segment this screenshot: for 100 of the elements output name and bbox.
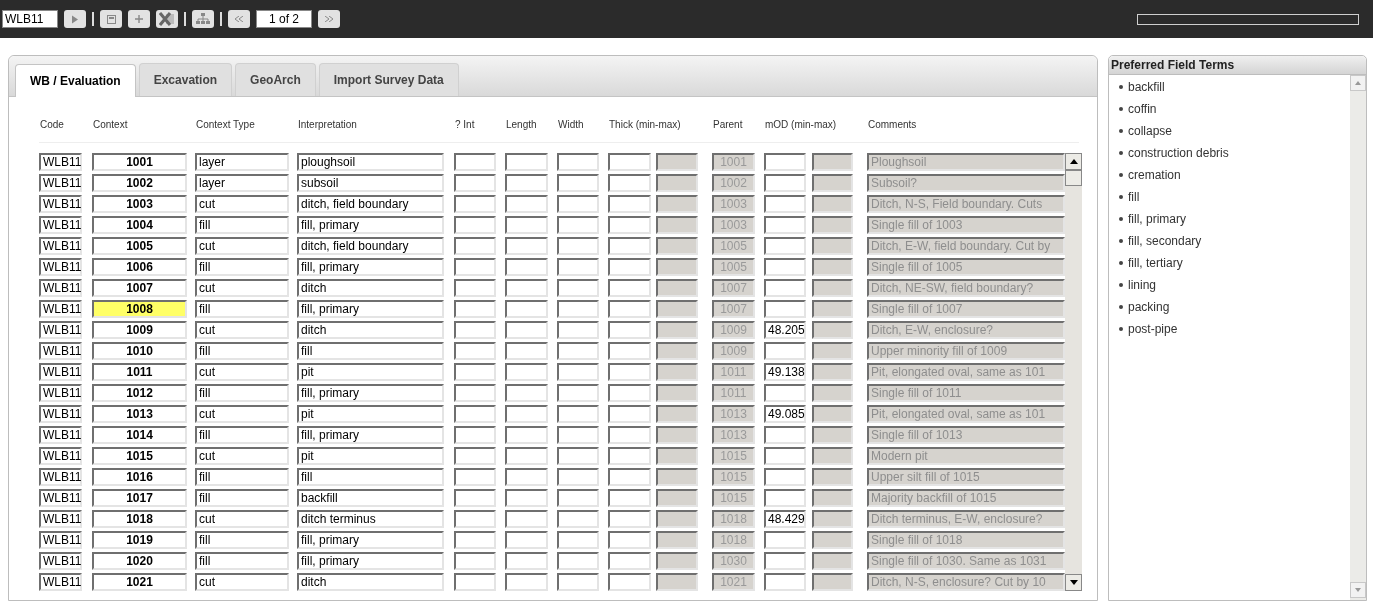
input-field[interactable]	[656, 510, 698, 528]
mod-field[interactable]	[764, 279, 806, 297]
input-field[interactable]	[505, 216, 548, 234]
context-type-field[interactable]: fill	[195, 489, 289, 507]
input-field[interactable]	[505, 510, 548, 528]
context-type-field[interactable]: layer	[195, 174, 289, 192]
code-field[interactable]: WLB11	[39, 321, 82, 339]
input-field[interactable]	[656, 384, 698, 402]
context-type-field[interactable]: cut	[195, 510, 289, 528]
mod-field[interactable]	[764, 258, 806, 276]
context-field[interactable]: 1002	[92, 174, 187, 192]
context-type-field[interactable]: layer	[195, 153, 289, 171]
tab[interactable]: Excavation	[138, 63, 233, 96]
code-field[interactable]: WLB11	[39, 342, 82, 360]
input-field[interactable]	[557, 468, 599, 486]
context-type-field[interactable]: cut	[195, 447, 289, 465]
input-field[interactable]	[505, 552, 548, 570]
context-field[interactable]: 1013	[92, 405, 187, 423]
mod-field[interactable]: 48.205	[764, 321, 806, 339]
input-field[interactable]	[656, 552, 698, 570]
context-type-field[interactable]: cut	[195, 237, 289, 255]
input-field[interactable]	[812, 279, 853, 297]
code-field[interactable]: WLB11	[39, 363, 82, 381]
tab[interactable]: Import Survey Data	[318, 63, 459, 96]
interpretation-field[interactable]: ploughsoil	[297, 153, 444, 171]
input-field[interactable]	[557, 195, 599, 213]
interpretation-field[interactable]: ditch, field boundary	[297, 237, 444, 255]
input-field[interactable]	[812, 447, 853, 465]
input-field[interactable]	[812, 237, 853, 255]
input-field[interactable]	[812, 216, 853, 234]
mod-field[interactable]	[764, 153, 806, 171]
mod-field[interactable]	[764, 384, 806, 402]
context-field[interactable]: 1009	[92, 321, 187, 339]
context-field[interactable]: 1015	[92, 447, 187, 465]
interpretation-field[interactable]: fill	[297, 468, 444, 486]
input-field[interactable]	[812, 321, 853, 339]
context-field[interactable]: 1019	[92, 531, 187, 549]
context-field[interactable]: 1020	[92, 552, 187, 570]
input-field[interactable]	[656, 489, 698, 507]
input-field[interactable]	[812, 384, 853, 402]
spreadsheet-x-icon[interactable]	[156, 10, 178, 28]
input-field[interactable]	[454, 195, 496, 213]
mod-field[interactable]	[764, 216, 806, 234]
interpretation-field[interactable]: fill, primary	[297, 531, 444, 549]
interpretation-field[interactable]: fill, primary	[297, 552, 444, 570]
term-item[interactable]: fill, tertiary	[1128, 254, 1183, 272]
context-field[interactable]: 1007	[92, 279, 187, 297]
context-field[interactable]: 1006	[92, 258, 187, 276]
input-field[interactable]	[454, 426, 496, 444]
context-field[interactable]: 1014	[92, 426, 187, 444]
input-field[interactable]	[608, 426, 651, 444]
interpretation-field[interactable]: pit	[297, 405, 444, 423]
input-field[interactable]	[656, 258, 698, 276]
input-field[interactable]	[608, 237, 651, 255]
term-item[interactable]: fill	[1128, 188, 1140, 206]
input-field[interactable]	[454, 531, 496, 549]
term-item[interactable]: cremation	[1128, 166, 1181, 184]
mod-field[interactable]: 48.429	[764, 510, 806, 528]
code-field[interactable]: WLB11	[39, 489, 82, 507]
input-field[interactable]	[454, 405, 496, 423]
context-type-field[interactable]: cut	[195, 573, 289, 591]
input-field[interactable]	[505, 447, 548, 465]
input-field[interactable]	[812, 510, 853, 528]
mod-field[interactable]	[764, 342, 806, 360]
input-field[interactable]	[505, 237, 548, 255]
input-field[interactable]	[557, 363, 599, 381]
mod-field[interactable]	[764, 195, 806, 213]
context-type-field[interactable]: fill	[195, 300, 289, 318]
input-field[interactable]	[656, 237, 698, 255]
input-field[interactable]	[454, 510, 496, 528]
input-field[interactable]	[812, 405, 853, 423]
input-field[interactable]	[608, 531, 651, 549]
input-field[interactable]	[608, 510, 651, 528]
interpretation-field[interactable]: fill, primary	[297, 216, 444, 234]
code-field[interactable]: WLB11	[39, 237, 82, 255]
term-item[interactable]: backfill	[1128, 78, 1165, 96]
context-field[interactable]: 1011	[92, 363, 187, 381]
interpretation-field[interactable]: subsoil	[297, 174, 444, 192]
input-field[interactable]	[557, 279, 599, 297]
context-type-field[interactable]: fill	[195, 216, 289, 234]
input-field[interactable]	[557, 237, 599, 255]
context-field[interactable]: 1004	[92, 216, 187, 234]
input-field[interactable]	[454, 552, 496, 570]
input-field[interactable]	[812, 363, 853, 381]
code-field[interactable]: WLB11	[39, 447, 82, 465]
input-field[interactable]	[656, 531, 698, 549]
interpretation-field[interactable]: backfill	[297, 489, 444, 507]
input-field[interactable]	[608, 384, 651, 402]
input-field[interactable]	[608, 195, 651, 213]
input-field[interactable]	[557, 342, 599, 360]
input-field[interactable]	[505, 153, 548, 171]
context-field[interactable]: 1005	[92, 237, 187, 255]
code-field[interactable]: WLB11	[39, 531, 82, 549]
input-field[interactable]	[812, 258, 853, 276]
input-field[interactable]	[812, 573, 853, 591]
input-field[interactable]	[812, 552, 853, 570]
interpretation-field[interactable]: ditch, field boundary	[297, 195, 444, 213]
input-field[interactable]	[608, 468, 651, 486]
input-field[interactable]	[812, 468, 853, 486]
input-field[interactable]	[608, 258, 651, 276]
